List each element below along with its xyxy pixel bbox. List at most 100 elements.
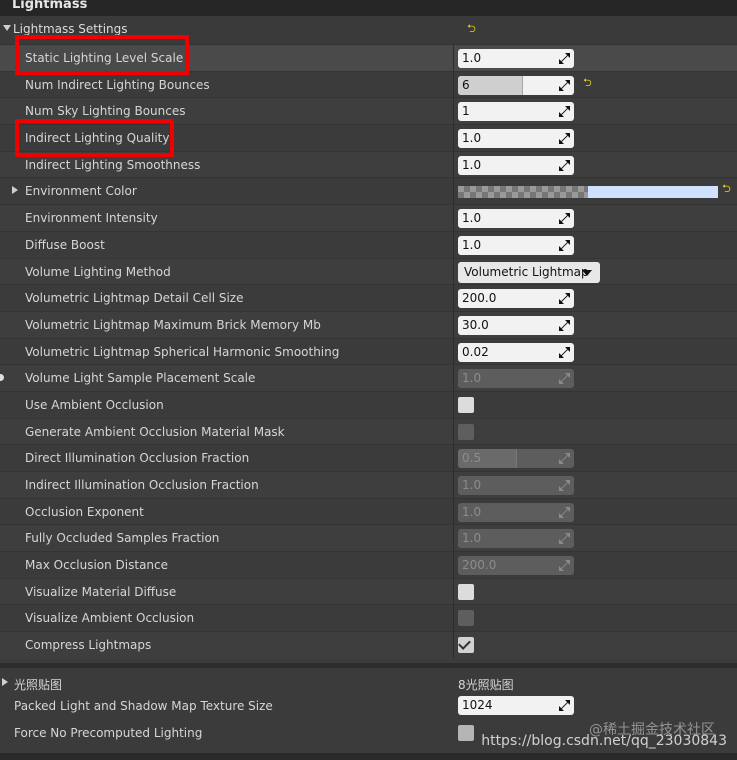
- drag-value-icon[interactable]: [559, 560, 570, 572]
- expand-arrow-icon[interactable]: [2, 678, 8, 686]
- drag-value-icon[interactable]: [559, 700, 570, 711]
- number-value: 1.0: [462, 531, 482, 546]
- number-input[interactable]: 30.0: [458, 315, 574, 335]
- checkbox[interactable]: [458, 637, 474, 654]
- drag-value-icon[interactable]: [559, 533, 570, 545]
- property-label: Volumetric Lightmap Spherical Harmonic S…: [25, 344, 340, 359]
- drag-value-icon[interactable]: [559, 373, 570, 385]
- number-input[interactable]: 6: [458, 75, 574, 95]
- drag-value-icon[interactable]: [559, 159, 570, 171]
- column-divider: [453, 71, 454, 98]
- force-no-precomputed-lighting-checkbox[interactable]: [458, 725, 474, 741]
- column-divider: [453, 365, 454, 391]
- drag-value-icon[interactable]: [559, 133, 570, 145]
- lightmass-details-panel: Lightmass Lightmass Settings ⮌ Static Li…: [0, 0, 737, 760]
- property-row: Diffuse Boost 1.0: [0, 230, 737, 258]
- number-input[interactable]: 1.0: [458, 369, 574, 389]
- lightmaps-row[interactable]: 光照贴图 8光照贴图: [0, 669, 737, 696]
- property-row: Compress Lightmaps: [0, 631, 737, 658]
- property-label: Volumetric Lightmap Detail Cell Size: [25, 291, 244, 306]
- number-input[interactable]: 1.0: [458, 502, 574, 522]
- volume-lighting-method-dropdown[interactable]: Volumetric Lightmap: [458, 261, 600, 283]
- collapse-arrow-icon[interactable]: [3, 25, 11, 31]
- drag-value-icon[interactable]: [559, 79, 570, 91]
- number-value: 1: [462, 104, 470, 119]
- property-row: Occlusion Exponent 1.0: [0, 497, 737, 525]
- number-value: 1.0: [462, 157, 482, 172]
- number-value: 0.5: [462, 451, 482, 466]
- property-label: Visualize Ambient Occlusion: [25, 611, 195, 626]
- number-input[interactable]: 1.0: [458, 49, 574, 68]
- column-divider: [453, 391, 454, 418]
- column-divider: [453, 605, 454, 632]
- number-input[interactable]: 200.0: [458, 556, 574, 576]
- drag-value-icon[interactable]: [559, 506, 570, 518]
- number-value: 1.0: [462, 211, 482, 226]
- number-input[interactable]: 0.02: [458, 342, 574, 362]
- column-divider: [453, 472, 454, 498]
- alpha-checker: [458, 186, 588, 199]
- drag-value-icon[interactable]: [559, 319, 570, 331]
- drag-value-icon[interactable]: [559, 293, 570, 305]
- lightmass-section-title: Lightmass: [12, 0, 88, 12]
- lightmass-section-header[interactable]: Lightmass: [0, 0, 737, 16]
- property-row: Environment Color ⮌: [0, 177, 737, 205]
- number-input[interactable]: 1: [458, 102, 574, 122]
- lightmass-settings-label: Lightmass Settings: [13, 22, 128, 36]
- check-icon: [458, 637, 471, 650]
- drag-value-icon[interactable]: [559, 213, 570, 225]
- property-row: Volumetric Lightmap Detail Cell Size 200.…: [0, 284, 737, 311]
- column-divider: [453, 151, 454, 178]
- reset-to-default-icon[interactable]: ⮌: [722, 183, 732, 194]
- property-label: Environment Color: [25, 184, 137, 199]
- property-label: Indirect Lighting Smoothness: [25, 157, 201, 172]
- column-divider: [453, 98, 454, 125]
- property-label: Fully Occluded Samples Fraction: [25, 531, 220, 546]
- property-label: Direct Illumination Occlusion Fraction: [25, 451, 250, 466]
- number-value: 30.0: [462, 317, 489, 332]
- highlight-box-indirect-lighting-quality: [15, 119, 174, 157]
- checkbox[interactable]: [458, 583, 474, 600]
- packed-texture-size-input[interactable]: 1024: [458, 696, 574, 715]
- column-divider: [453, 525, 454, 552]
- number-input[interactable]: 1.0: [458, 476, 574, 495]
- checkbox[interactable]: [458, 423, 474, 440]
- number-input[interactable]: 0.5: [458, 449, 574, 469]
- number-input[interactable]: 1.0: [458, 235, 574, 255]
- drag-value-icon[interactable]: [559, 53, 570, 64]
- column-divider: [453, 285, 454, 311]
- property-row: Volume Lighting Method Volumetric Lightma…: [0, 257, 737, 285]
- number-input[interactable]: 1.0: [458, 129, 574, 149]
- number-input[interactable]: 1.0: [458, 529, 574, 549]
- number-value: 0.02: [462, 344, 489, 359]
- drag-value-icon[interactable]: [559, 239, 570, 251]
- environment-color-picker[interactable]: [458, 186, 718, 199]
- property-label: Generate Ambient Occlusion Material Mask: [25, 424, 285, 439]
- column-divider: [453, 498, 454, 525]
- drag-value-icon[interactable]: [559, 106, 570, 118]
- property-row: Visualize Material Diffuse: [0, 577, 737, 605]
- drag-value-icon[interactable]: [559, 346, 570, 358]
- expand-arrow-icon[interactable]: [12, 186, 18, 195]
- column-divider: [453, 178, 454, 205]
- reset-to-default-icon[interactable]: ⮌: [583, 77, 593, 88]
- packed-texture-size-row: Packed Light and Shadow Map Texture Size…: [0, 694, 737, 721]
- property-label: Compress Lightmaps: [25, 638, 152, 653]
- number-value: 1.0: [462, 237, 482, 252]
- drag-value-icon[interactable]: [559, 453, 570, 465]
- lightmaps-count: 8光照贴图: [458, 678, 514, 692]
- checkbox[interactable]: [458, 396, 474, 413]
- column-divider: [453, 632, 454, 658]
- column-divider: [453, 338, 454, 365]
- packed-texture-size-label: Packed Light and Shadow Map Texture Size: [14, 699, 273, 713]
- number-input[interactable]: 200.0: [458, 289, 574, 309]
- color-swatch: [588, 186, 718, 199]
- number-value: 200.0: [462, 291, 497, 306]
- column-divider: [453, 418, 454, 445]
- drag-value-icon[interactable]: [559, 480, 570, 491]
- reset-to-default-icon[interactable]: ⮌: [467, 23, 477, 34]
- checkbox[interactable]: [458, 610, 474, 627]
- number-input[interactable]: 1.0: [458, 209, 574, 229]
- number-input[interactable]: 1.0: [458, 155, 574, 175]
- chevron-down-icon: [582, 269, 592, 276]
